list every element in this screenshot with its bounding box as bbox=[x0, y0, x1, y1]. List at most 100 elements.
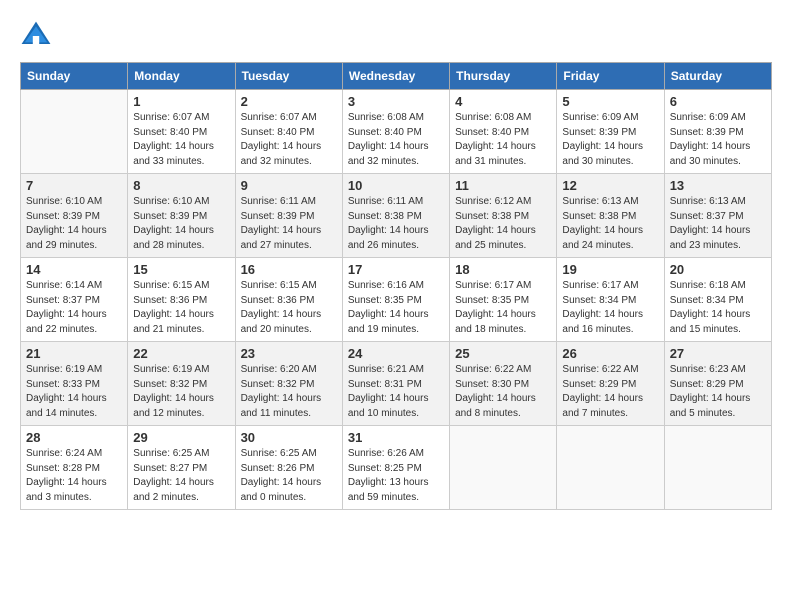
calendar-day-cell bbox=[664, 426, 771, 510]
day-number: 21 bbox=[26, 346, 122, 361]
day-info: Sunrise: 6:09 AM Sunset: 8:39 PM Dayligh… bbox=[670, 111, 766, 169]
day-info: Sunrise: 6:17 AM Sunset: 8:34 PM Dayligh… bbox=[562, 279, 658, 337]
logo-icon bbox=[20, 20, 52, 52]
calendar-day-cell: 15Sunrise: 6:15 AM Sunset: 8:36 PM Dayli… bbox=[128, 258, 235, 342]
calendar-header-friday: Friday bbox=[557, 63, 664, 90]
day-info: Sunrise: 6:18 AM Sunset: 8:34 PM Dayligh… bbox=[670, 279, 766, 337]
day-number: 20 bbox=[670, 262, 766, 277]
calendar-day-cell: 27 Sunrise: 6:23 AM Sunset: 8:29 PM Dayli… bbox=[664, 342, 771, 426]
calendar-day-cell: 23 Sunrise: 6:20 AM Sunset: 8:32 PM Dayli… bbox=[235, 342, 342, 426]
calendar-header-wednesday: Wednesday bbox=[342, 63, 449, 90]
day-info: Sunrise: 6:17 AM Sunset: 8:35 PM Dayligh… bbox=[455, 279, 551, 337]
day-number: 15 bbox=[133, 262, 229, 277]
day-number: 8 bbox=[133, 178, 229, 193]
day-number: 19 bbox=[562, 262, 658, 277]
day-number: 23 bbox=[241, 346, 337, 361]
calendar-header-sunday: Sunday bbox=[21, 63, 128, 90]
day-info: Sunrise: 6:19 AM Sunset: 8:33 PM Dayligh… bbox=[26, 363, 122, 421]
day-number: 31 bbox=[348, 430, 444, 445]
calendar-day-cell: 4 Sunrise: 6:08 AM Sunset: 8:40 PM Daylig… bbox=[450, 90, 557, 174]
day-number: 25 bbox=[455, 346, 551, 361]
day-number: 9 bbox=[241, 178, 337, 193]
calendar-day-cell: 11 Sunrise: 6:12 AM Sunset: 8:38 PM Dayli… bbox=[450, 174, 557, 258]
calendar-day-cell: 1 Sunrise: 6:07 AM Sunset: 8:40 PM Daylig… bbox=[128, 90, 235, 174]
day-info: Sunrise: 6:22 AM Sunset: 8:30 PM Dayligh… bbox=[455, 363, 551, 421]
calendar-day-cell: 14 Sunrise: 6:14 AM Sunset: 8:37 PM Dayli… bbox=[21, 258, 128, 342]
day-info: Sunrise: 6:16 AM Sunset: 8:35 PM Dayligh… bbox=[348, 279, 444, 337]
calendar-week-row: 7Sunrise: 6:10 AM Sunset: 8:39 PM Daylig… bbox=[21, 174, 772, 258]
day-info: Sunrise: 6:13 AM Sunset: 8:38 PM Dayligh… bbox=[562, 195, 658, 253]
calendar-day-cell: 7Sunrise: 6:10 AM Sunset: 8:39 PM Daylig… bbox=[21, 174, 128, 258]
day-info: Sunrise: 6:07 AM Sunset: 8:40 PM Dayligh… bbox=[241, 111, 337, 169]
day-info: Sunrise: 6:08 AM Sunset: 8:40 PM Dayligh… bbox=[455, 111, 551, 169]
day-info: Sunrise: 6:11 AM Sunset: 8:39 PM Dayligh… bbox=[241, 195, 337, 253]
day-number: 18 bbox=[455, 262, 551, 277]
day-info: Sunrise: 6:24 AM Sunset: 8:28 PM Dayligh… bbox=[26, 447, 122, 505]
day-info: Sunrise: 6:09 AM Sunset: 8:39 PM Dayligh… bbox=[562, 111, 658, 169]
day-number: 4 bbox=[455, 94, 551, 109]
day-info: Sunrise: 6:15 AM Sunset: 8:36 PM Dayligh… bbox=[241, 279, 337, 337]
day-info: Sunrise: 6:23 AM Sunset: 8:29 PM Dayligh… bbox=[670, 363, 766, 421]
calendar-week-row: 28 Sunrise: 6:24 AM Sunset: 8:28 PM Dayli… bbox=[21, 426, 772, 510]
day-number: 28 bbox=[26, 430, 122, 445]
calendar-week-row: 21 Sunrise: 6:19 AM Sunset: 8:33 PM Dayli… bbox=[21, 342, 772, 426]
calendar-day-cell bbox=[557, 426, 664, 510]
calendar-day-cell: 24 Sunrise: 6:21 AM Sunset: 8:31 PM Dayli… bbox=[342, 342, 449, 426]
day-info: Sunrise: 6:14 AM Sunset: 8:37 PM Dayligh… bbox=[26, 279, 122, 337]
calendar-day-cell: 20 Sunrise: 6:18 AM Sunset: 8:34 PM Dayli… bbox=[664, 258, 771, 342]
day-number: 27 bbox=[670, 346, 766, 361]
calendar-header-tuesday: Tuesday bbox=[235, 63, 342, 90]
day-number: 2 bbox=[241, 94, 337, 109]
calendar-header-monday: Monday bbox=[128, 63, 235, 90]
calendar-day-cell: 28 Sunrise: 6:24 AM Sunset: 8:28 PM Dayli… bbox=[21, 426, 128, 510]
day-number: 6 bbox=[670, 94, 766, 109]
day-number: 24 bbox=[348, 346, 444, 361]
day-number: 22 bbox=[133, 346, 229, 361]
day-number: 26 bbox=[562, 346, 658, 361]
day-info: Sunrise: 6:07 AM Sunset: 8:40 PM Dayligh… bbox=[133, 111, 229, 169]
calendar-day-cell: 9 Sunrise: 6:11 AM Sunset: 8:39 PM Daylig… bbox=[235, 174, 342, 258]
day-number: 5 bbox=[562, 94, 658, 109]
calendar-header-thursday: Thursday bbox=[450, 63, 557, 90]
day-info: Sunrise: 6:20 AM Sunset: 8:32 PM Dayligh… bbox=[241, 363, 337, 421]
calendar-day-cell: 25 Sunrise: 6:22 AM Sunset: 8:30 PM Dayli… bbox=[450, 342, 557, 426]
day-info: Sunrise: 6:22 AM Sunset: 8:29 PM Dayligh… bbox=[562, 363, 658, 421]
logo bbox=[20, 20, 56, 52]
day-info: Sunrise: 6:26 AM Sunset: 8:25 PM Dayligh… bbox=[348, 447, 444, 505]
calendar-day-cell: 13 Sunrise: 6:13 AM Sunset: 8:37 PM Dayli… bbox=[664, 174, 771, 258]
calendar-table: SundayMondayTuesdayWednesdayThursdayFrid… bbox=[20, 62, 772, 510]
day-number: 13 bbox=[670, 178, 766, 193]
day-info: Sunrise: 6:11 AM Sunset: 8:38 PM Dayligh… bbox=[348, 195, 444, 253]
day-number: 17 bbox=[348, 262, 444, 277]
calendar-day-cell: 29Sunrise: 6:25 AM Sunset: 8:27 PM Dayli… bbox=[128, 426, 235, 510]
day-info: Sunrise: 6:25 AM Sunset: 8:26 PM Dayligh… bbox=[241, 447, 337, 505]
day-number: 16 bbox=[241, 262, 337, 277]
calendar-day-cell: 26 Sunrise: 6:22 AM Sunset: 8:29 PM Dayli… bbox=[557, 342, 664, 426]
calendar-day-cell: 5 Sunrise: 6:09 AM Sunset: 8:39 PM Daylig… bbox=[557, 90, 664, 174]
day-info: Sunrise: 6:12 AM Sunset: 8:38 PM Dayligh… bbox=[455, 195, 551, 253]
calendar-day-cell: 6 Sunrise: 6:09 AM Sunset: 8:39 PM Daylig… bbox=[664, 90, 771, 174]
calendar-header-row: SundayMondayTuesdayWednesdayThursdayFrid… bbox=[21, 63, 772, 90]
calendar-day-cell bbox=[21, 90, 128, 174]
day-number: 7 bbox=[26, 178, 122, 193]
day-info: Sunrise: 6:08 AM Sunset: 8:40 PM Dayligh… bbox=[348, 111, 444, 169]
day-number: 11 bbox=[455, 178, 551, 193]
calendar-day-cell: 30Sunrise: 6:25 AM Sunset: 8:26 PM Dayli… bbox=[235, 426, 342, 510]
calendar-day-cell: 19 Sunrise: 6:17 AM Sunset: 8:34 PM Dayli… bbox=[557, 258, 664, 342]
calendar-day-cell: 31 Sunrise: 6:26 AM Sunset: 8:25 PM Dayli… bbox=[342, 426, 449, 510]
calendar-day-cell: 10Sunrise: 6:11 AM Sunset: 8:38 PM Dayli… bbox=[342, 174, 449, 258]
day-number: 14 bbox=[26, 262, 122, 277]
day-info: Sunrise: 6:21 AM Sunset: 8:31 PM Dayligh… bbox=[348, 363, 444, 421]
calendar-day-cell: 2 Sunrise: 6:07 AM Sunset: 8:40 PM Daylig… bbox=[235, 90, 342, 174]
day-info: Sunrise: 6:13 AM Sunset: 8:37 PM Dayligh… bbox=[670, 195, 766, 253]
day-number: 12 bbox=[562, 178, 658, 193]
day-info: Sunrise: 6:19 AM Sunset: 8:32 PM Dayligh… bbox=[133, 363, 229, 421]
day-number: 1 bbox=[133, 94, 229, 109]
calendar-day-cell: 16 Sunrise: 6:15 AM Sunset: 8:36 PM Dayli… bbox=[235, 258, 342, 342]
calendar-day-cell: 22 Sunrise: 6:19 AM Sunset: 8:32 PM Dayli… bbox=[128, 342, 235, 426]
calendar-day-cell: 12 Sunrise: 6:13 AM Sunset: 8:38 PM Dayli… bbox=[557, 174, 664, 258]
calendar-header-saturday: Saturday bbox=[664, 63, 771, 90]
calendar-week-row: 1 Sunrise: 6:07 AM Sunset: 8:40 PM Daylig… bbox=[21, 90, 772, 174]
calendar-day-cell: 3Sunrise: 6:08 AM Sunset: 8:40 PM Daylig… bbox=[342, 90, 449, 174]
calendar-week-row: 14 Sunrise: 6:14 AM Sunset: 8:37 PM Dayli… bbox=[21, 258, 772, 342]
